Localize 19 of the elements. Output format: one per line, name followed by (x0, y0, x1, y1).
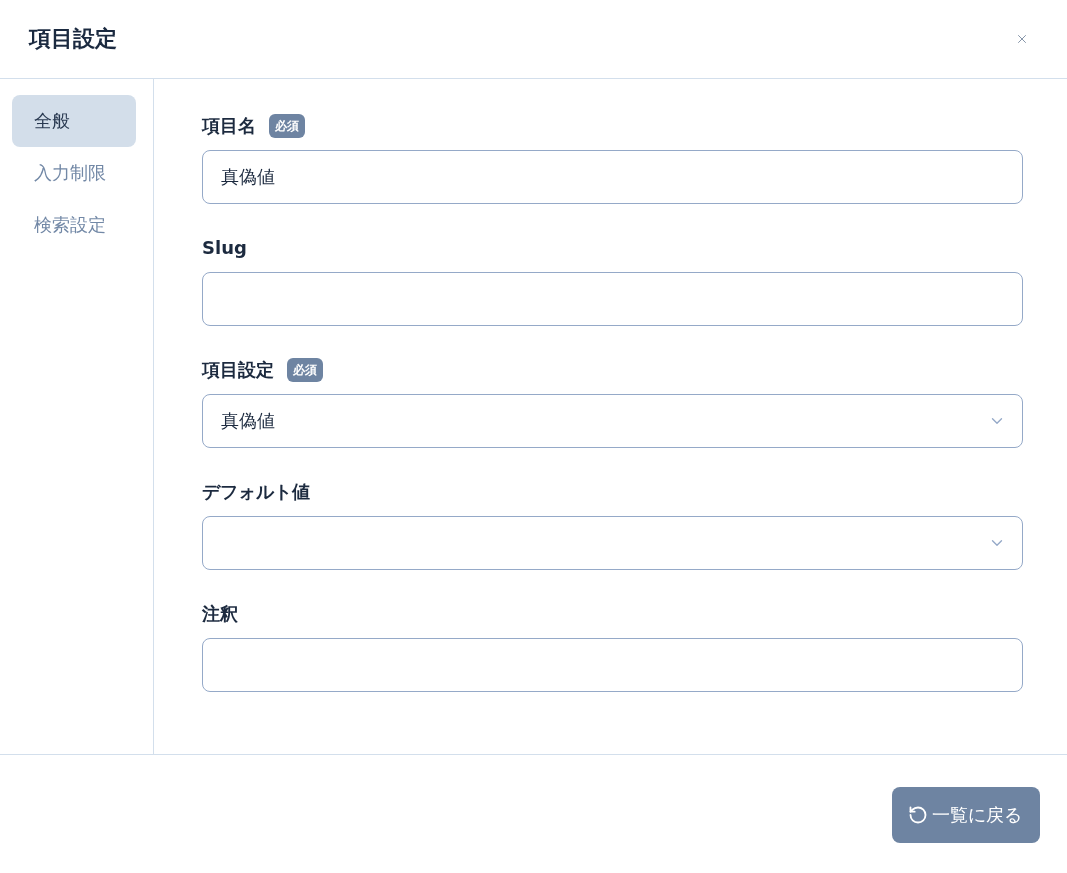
select-field[interactable] (202, 516, 1023, 570)
sidebar-tab[interactable]: 検索設定 (12, 199, 136, 251)
sidebar-tab[interactable]: 全般 (12, 95, 136, 147)
input-field[interactable]: 真偽値 (202, 150, 1023, 204)
back-to-list-button[interactable]: 一覧に戻る (892, 787, 1040, 843)
required-badge: 必須 (269, 114, 305, 138)
field-label: 項目設定 (202, 358, 274, 382)
field-label: 注釈 (202, 602, 238, 626)
field-label: Slug (202, 236, 247, 260)
close-icon[interactable] (1015, 32, 1029, 46)
input-field[interactable] (202, 272, 1023, 326)
required-badge: 必須 (287, 358, 323, 382)
field-label: 項目名 (202, 114, 256, 138)
field-label: デフォルト値 (202, 480, 310, 504)
undo-icon (908, 805, 928, 825)
input-field[interactable] (202, 638, 1023, 692)
dialog-title: 項目設定 (29, 25, 117, 53)
sidebar-tab[interactable]: 入力制限 (12, 147, 136, 199)
select-field[interactable]: 真偽値 (202, 394, 1023, 448)
